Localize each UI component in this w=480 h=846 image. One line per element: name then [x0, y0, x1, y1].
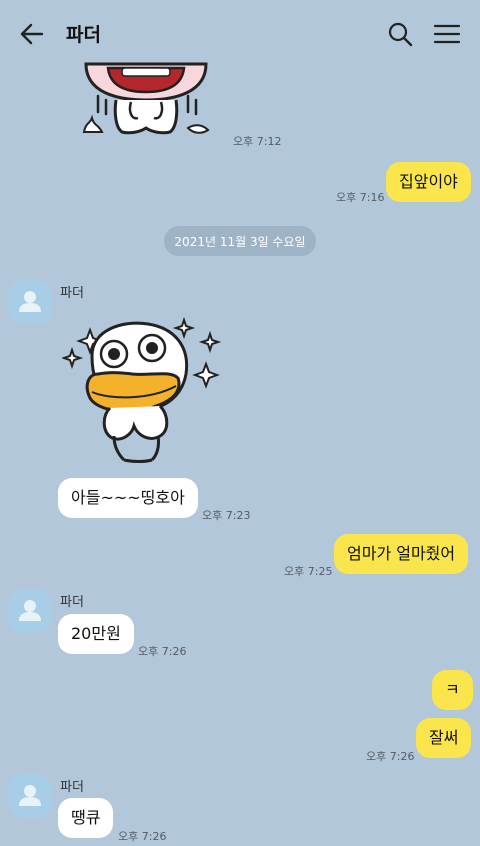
incoming-message[interactable]: 땡큐	[58, 798, 114, 838]
sender-name: 파더	[60, 286, 84, 301]
message-time: 오후 7:23	[202, 509, 251, 522]
crying-face-sticker	[82, 62, 210, 135]
date-divider: 2021년 11월 3일 수요일	[164, 226, 316, 256]
sender-name: 파더	[60, 780, 84, 795]
hamburger-menu-icon[interactable]	[432, 20, 462, 48]
message-time: 오후 7:26	[366, 750, 415, 763]
outgoing-message[interactable]: 집앞이야	[386, 162, 471, 202]
arrow-left-icon[interactable]	[18, 20, 46, 48]
chat-title: 파더	[66, 24, 101, 46]
default-profile-icon	[19, 600, 41, 621]
default-profile-icon	[19, 785, 41, 806]
message-time: 오후 7:25	[284, 565, 333, 578]
outgoing-message[interactable]: 엄마가 얼마줬어	[334, 534, 469, 574]
sender-name: 파더	[60, 595, 84, 610]
avatar[interactable]	[8, 774, 52, 818]
avatar[interactable]	[8, 589, 52, 633]
search-icon[interactable]	[386, 20, 414, 48]
message-time: 오후 7:12	[233, 135, 282, 148]
incoming-message[interactable]: 아들~~~띵호아	[58, 478, 198, 518]
default-profile-icon	[19, 291, 41, 312]
outgoing-message[interactable]: 잘써	[416, 718, 472, 758]
message-time: 오후 7:16	[336, 191, 385, 204]
surprised-duck-sticker[interactable]	[62, 316, 226, 464]
avatar[interactable]	[8, 280, 52, 324]
outgoing-message[interactable]: ㅋ	[432, 670, 473, 710]
chat-header: 파더	[0, 0, 480, 64]
message-time: 오후 7:26	[118, 830, 167, 843]
message-time: 오후 7:26	[138, 645, 187, 658]
incoming-message[interactable]: 20만원	[58, 614, 134, 654]
